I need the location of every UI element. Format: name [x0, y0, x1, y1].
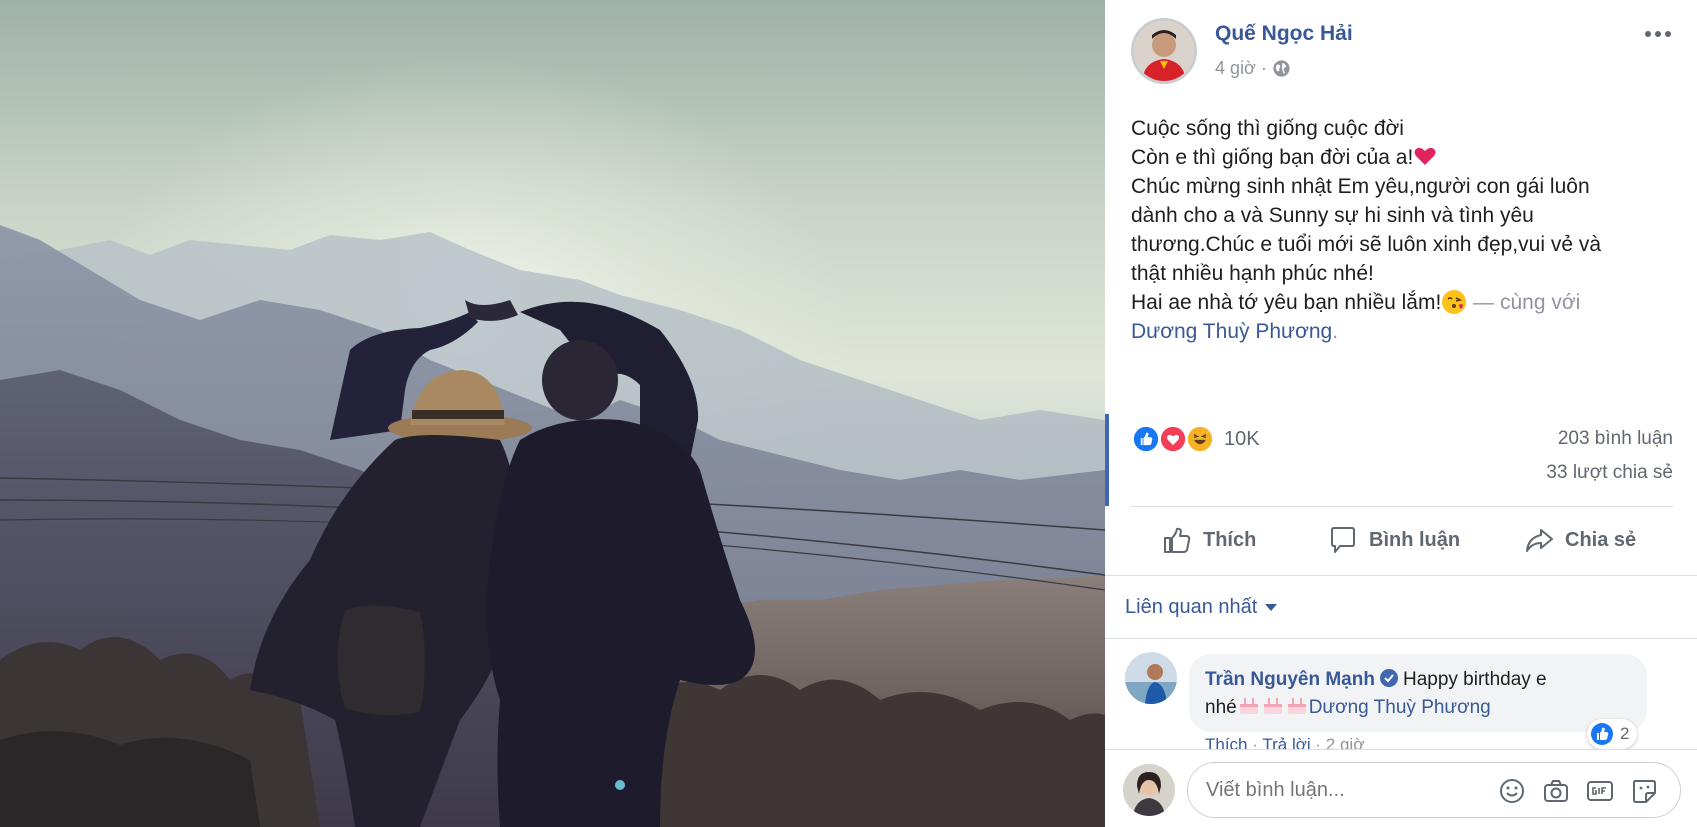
- post-line: Cuộc sống thì giống cuộc đời: [1131, 117, 1404, 140]
- share-icon: [1526, 529, 1553, 552]
- share-button[interactable]: Chia sẻ: [1523, 520, 1636, 560]
- sort-label: Liên quan nhất: [1125, 596, 1258, 618]
- tag-period: .: [1332, 320, 1339, 343]
- commenter-avatar[interactable]: [1125, 652, 1177, 704]
- post-line-with-tag: Hai ae nhà tớ yêu bạn nhiều lắm! — cùng …: [1131, 288, 1671, 317]
- caret-down-icon: [1265, 604, 1278, 611]
- commenter-avatar-image: [1125, 652, 1177, 704]
- more-icon-dot: [1665, 31, 1671, 37]
- viewer-avatar[interactable]: [1123, 764, 1175, 816]
- comment-like-count: 2: [1620, 724, 1630, 743]
- post-line: dành cho a và Sunny sự hi sinh và tình y…: [1131, 204, 1534, 227]
- comment-text: Happy birthday e: [1402, 669, 1547, 690]
- with-text: — cùng với: [1467, 291, 1581, 314]
- author-avatar-image: [1134, 21, 1194, 81]
- author-name[interactable]: Quế Ngọc Hải: [1215, 22, 1353, 46]
- comment-composer: [1105, 749, 1697, 827]
- viewer-avatar-image: [1123, 764, 1175, 816]
- like-button-label: Thích: [1203, 528, 1257, 551]
- commenter-name[interactable]: Trần Nguyên Mạnh: [1205, 669, 1375, 690]
- divider: [1105, 638, 1697, 639]
- gif-icon[interactable]: [1585, 776, 1615, 806]
- globe-icon[interactable]: [1272, 59, 1291, 78]
- emoji-icon[interactable]: [1497, 776, 1527, 806]
- post-line: Còn e thì giống bạn đời của a!: [1131, 146, 1414, 169]
- comment-bubble: Trần Nguyên Mạnh Happy birthday e nhé Dươn…: [1189, 654, 1647, 732]
- post-line: thương.Chúc e tuổi mới sẽ luôn xinh đẹp,…: [1131, 233, 1602, 256]
- love-reaction-icon: [1158, 424, 1188, 454]
- more-options-button[interactable]: [1641, 22, 1675, 46]
- comment-sort-dropdown[interactable]: Liên quan nhất: [1125, 596, 1278, 619]
- reaction-count[interactable]: 10K: [1224, 428, 1260, 451]
- comment-button[interactable]: Bình luận: [1327, 520, 1460, 560]
- share-button-label: Chia sẻ: [1565, 528, 1637, 551]
- thumbs-up-icon: [1164, 527, 1191, 553]
- author-avatar[interactable]: [1131, 18, 1197, 84]
- couple-heart-mountain-photo: [0, 0, 1105, 827]
- cake-emoji: [1239, 698, 1258, 714]
- post-message: Cuộc sống thì giống cuộc đời Còn e thì g…: [1131, 114, 1671, 346]
- divider: [1105, 575, 1697, 576]
- like-button[interactable]: Thích: [1161, 520, 1256, 560]
- post-line-with-heart: Còn e thì giống bạn đời của a!: [1131, 143, 1671, 172]
- comment-button-label: Bình luận: [1369, 528, 1461, 551]
- divider: [1131, 506, 1673, 507]
- post-time[interactable]: 4 giờ: [1215, 58, 1256, 79]
- cake-emoji: [1263, 698, 1282, 714]
- comment-like-badge[interactable]: 2: [1587, 719, 1638, 749]
- tagged-person-link[interactable]: Dương Thuỳ Phương: [1131, 320, 1332, 343]
- post-line: Chúc mừng sinh nhật Em yêu,người con gái…: [1131, 175, 1590, 198]
- tag-line: Dương Thuỳ Phương.: [1131, 317, 1671, 346]
- share-count[interactable]: 33 lượt chia sẻ: [1546, 462, 1673, 484]
- post-line: thật nhiều hạnh phúc nhé!: [1131, 262, 1374, 285]
- reaction-summary[interactable]: 10K: [1131, 424, 1260, 454]
- heart-emoji: [1414, 147, 1436, 165]
- cake-emoji: [1287, 698, 1306, 714]
- post-panel: Quế Ngọc Hải 4 giờ · Cuộc sống thì giống…: [1105, 0, 1697, 827]
- comment-text: nhé: [1205, 697, 1237, 718]
- focus-accent-bar: [1105, 414, 1109, 506]
- comment-icon: [1331, 527, 1355, 553]
- haha-reaction-icon: [1185, 424, 1215, 454]
- comment-count[interactable]: 203 bình luận: [1558, 428, 1673, 450]
- post-meta: 4 giờ ·: [1215, 58, 1291, 79]
- camera-icon[interactable]: [1541, 776, 1571, 806]
- verified-badge-icon: [1379, 669, 1398, 687]
- like-reaction-icon: [1131, 424, 1161, 454]
- kiss-emoji: [1442, 290, 1467, 314]
- more-icon-dot: [1645, 31, 1651, 37]
- sticker-icon[interactable]: [1629, 776, 1659, 806]
- meta-separator: ·: [1260, 58, 1267, 78]
- comment-mention-link[interactable]: Dương Thuỳ Phương: [1309, 697, 1491, 718]
- like-reaction-icon: [1591, 723, 1613, 745]
- more-icon-dot: [1655, 31, 1661, 37]
- post-photo[interactable]: [0, 0, 1105, 827]
- post-line: Hai ae nhà tớ yêu bạn nhiều lắm!: [1131, 291, 1442, 314]
